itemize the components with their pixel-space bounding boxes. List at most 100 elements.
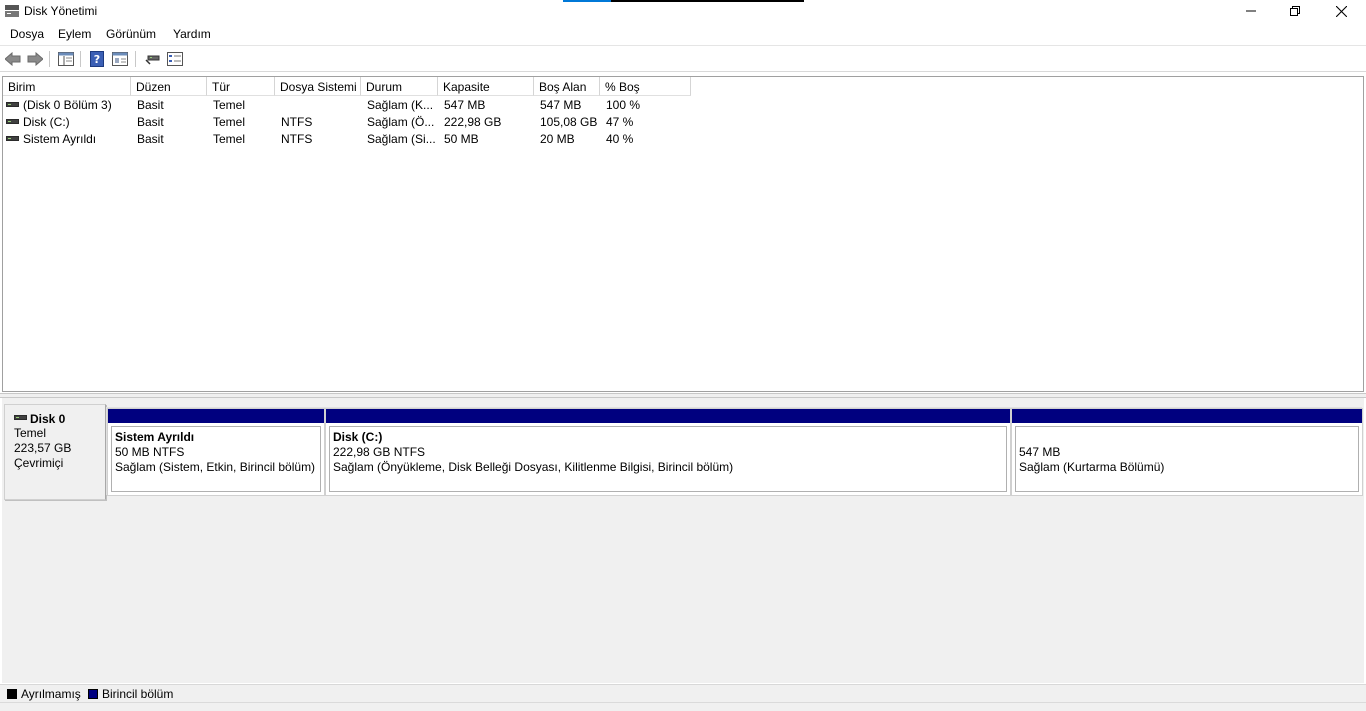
- settings-button[interactable]: [165, 50, 185, 68]
- primary-partition-bar: [108, 409, 324, 423]
- toolbar-separator: [135, 51, 136, 67]
- legend-item-unallocated: Ayrılmamış: [7, 687, 81, 701]
- connect-button[interactable]: [142, 50, 162, 68]
- forward-arrow-icon: [27, 52, 43, 66]
- legend-label: Birincil bölüm: [102, 687, 174, 701]
- partition-name: Sistem Ayrıldı: [115, 430, 195, 444]
- back-arrow-icon: [5, 52, 21, 66]
- partition-recovery[interactable]: 547 MB Sağlam (Kurtarma Bölümü): [1011, 408, 1363, 496]
- properties-button[interactable]: [110, 50, 130, 68]
- cell-birim: Sistem Ayrıldı: [6, 132, 129, 146]
- column-header-yuzde-bos[interactable]: % Boş: [600, 77, 691, 96]
- disk-status: Çevrimiçi: [14, 456, 64, 470]
- cell-tur: Temel: [213, 98, 246, 112]
- partition-status: Sağlam (Sistem, Etkin, Birincil bölüm): [115, 460, 316, 474]
- cell-birim: Disk (C:): [6, 115, 129, 129]
- cell-durum: Sağlam (Ö...: [367, 115, 435, 129]
- cell-yuzde-bos: 100 %: [606, 98, 641, 112]
- partition-disk-c[interactable]: Disk (C:) 222,98 GB NTFS Sağlam (Önyükle…: [325, 408, 1011, 496]
- legend: Ayrılmamış Birincil bölüm: [0, 684, 1366, 702]
- volume-icon: [6, 136, 19, 142]
- cell-duzen: Basit: [137, 115, 164, 129]
- cell-dosya-sistemi: NTFS: [281, 132, 313, 146]
- menu-eylem[interactable]: Eylem: [58, 27, 91, 41]
- cell-birim: (Disk 0 Bölüm 3): [6, 98, 129, 112]
- settings-icon: [167, 52, 183, 66]
- table-row[interactable]: Disk (C:) Basit Temel NTFS Sağlam (Ö... …: [3, 114, 1363, 131]
- taskbar-accent-line: [563, 0, 804, 2]
- volume-icon: [6, 102, 19, 108]
- disk-size: 223,57 GB: [14, 441, 72, 455]
- volume-icon: [6, 119, 19, 125]
- disk-management-app-icon: [5, 5, 19, 17]
- partition-size: 50 MB NTFS: [115, 445, 185, 459]
- partition-size: 222,98 GB NTFS: [333, 445, 426, 459]
- help-button[interactable]: ?: [87, 50, 107, 68]
- cell-bos-alan: 547 MB: [540, 98, 582, 112]
- minimize-button[interactable]: [1228, 0, 1274, 22]
- forward-button[interactable]: [25, 50, 45, 68]
- cell-bos-alan: 105,08 GB: [540, 115, 598, 129]
- restore-icon: [1290, 6, 1300, 16]
- disk-icon: [14, 414, 27, 420]
- menu-gorunum[interactable]: Görünüm: [106, 27, 156, 41]
- partition-name: Disk (C:): [333, 430, 383, 444]
- cell-dosya-sistemi: NTFS: [281, 115, 313, 129]
- primary-partition-swatch: [88, 689, 98, 699]
- show-hide-tree-button[interactable]: [56, 50, 76, 68]
- partition-size: 547 MB: [1019, 445, 1061, 459]
- help-icon: ?: [90, 51, 104, 67]
- column-header-dosya-sistemi[interactable]: Dosya Sistemi: [275, 77, 361, 96]
- volume-list[interactable]: Birim Düzen Tür Dosya Sistemi Durum Kapa…: [2, 76, 1364, 392]
- cell-tur: Temel: [213, 115, 246, 129]
- column-header-durum[interactable]: Durum: [361, 77, 438, 96]
- column-header-duzen[interactable]: Düzen: [131, 77, 207, 96]
- cell-yuzde-bos: 40 %: [606, 132, 634, 146]
- close-button[interactable]: [1318, 0, 1364, 22]
- cell-kapasite: 547 MB: [444, 98, 486, 112]
- cell-yuzde-bos: 47 %: [606, 115, 634, 129]
- cell-bos-alan: 20 MB: [540, 132, 575, 146]
- disk-graphical-view: Disk 0 Temel 223,57 GB Çevrimiçi Sistem …: [2, 398, 1364, 683]
- restore-button[interactable]: [1272, 0, 1318, 22]
- cell-kapasite: 50 MB: [444, 132, 479, 146]
- cell-birim-text: (Disk 0 Bölüm 3): [23, 98, 112, 112]
- cell-kapasite: 222,98 GB: [444, 115, 502, 129]
- primary-partition-bar: [1012, 409, 1362, 423]
- cell-birim-text: Sistem Ayrıldı: [23, 132, 97, 146]
- menu-bar: Dosya Eylem Görünüm Yardım: [0, 24, 1366, 44]
- table-row[interactable]: Sistem Ayrıldı Basit Temel NTFS Sağlam (…: [3, 131, 1363, 148]
- partition-status: Sağlam (Kurtarma Bölümü): [1019, 460, 1165, 474]
- show-hide-tree-icon: [58, 52, 74, 66]
- cell-duzen: Basit: [137, 132, 164, 146]
- menu-yardim[interactable]: Yardım: [173, 27, 211, 41]
- connect-icon: [145, 55, 160, 65]
- svg-text:?: ?: [94, 53, 100, 66]
- partition-body: Sistem Ayrıldı 50 MB NTFS Sağlam (Sistem…: [111, 426, 321, 492]
- partition-body: Disk (C:) 222,98 GB NTFS Sağlam (Önyükle…: [329, 426, 1007, 492]
- menu-dosya[interactable]: Dosya: [10, 27, 44, 41]
- back-button[interactable]: [3, 50, 23, 68]
- partition-name: [1019, 430, 1358, 445]
- cell-birim-text: Disk (C:): [23, 115, 70, 129]
- cell-durum: Sağlam (K...: [367, 98, 434, 112]
- window-title: Disk Yönetimi: [24, 4, 98, 18]
- partition-body: 547 MB Sağlam (Kurtarma Bölümü): [1015, 426, 1359, 492]
- column-header-tur[interactable]: Tür: [207, 77, 275, 96]
- properties-icon: [112, 52, 128, 66]
- partition-row: Sistem Ayrıldı 50 MB NTFS Sağlam (Sistem…: [106, 407, 1363, 496]
- partition-sistem-ayrildi[interactable]: Sistem Ayrıldı 50 MB NTFS Sağlam (Sistem…: [107, 408, 325, 496]
- disk-0-label[interactable]: Disk 0 Temel 223,57 GB Çevrimiçi: [4, 404, 106, 500]
- close-icon: [1335, 5, 1347, 17]
- table-row[interactable]: (Disk 0 Bölüm 3) Basit Temel Sağlam (K..…: [3, 97, 1363, 114]
- cell-duzen: Basit: [137, 98, 164, 112]
- disk-type: Temel: [14, 426, 47, 440]
- cell-durum: Sağlam (Si...: [367, 132, 436, 146]
- toolbar-separator: [80, 51, 81, 67]
- unallocated-swatch: [7, 689, 17, 699]
- column-header-kapasite[interactable]: Kapasite: [438, 77, 534, 96]
- status-bar: [0, 702, 1366, 711]
- cell-tur: Temel: [213, 132, 246, 146]
- column-header-bos-alan[interactable]: Boş Alan: [534, 77, 600, 96]
- column-header-birim[interactable]: Birim: [3, 77, 131, 96]
